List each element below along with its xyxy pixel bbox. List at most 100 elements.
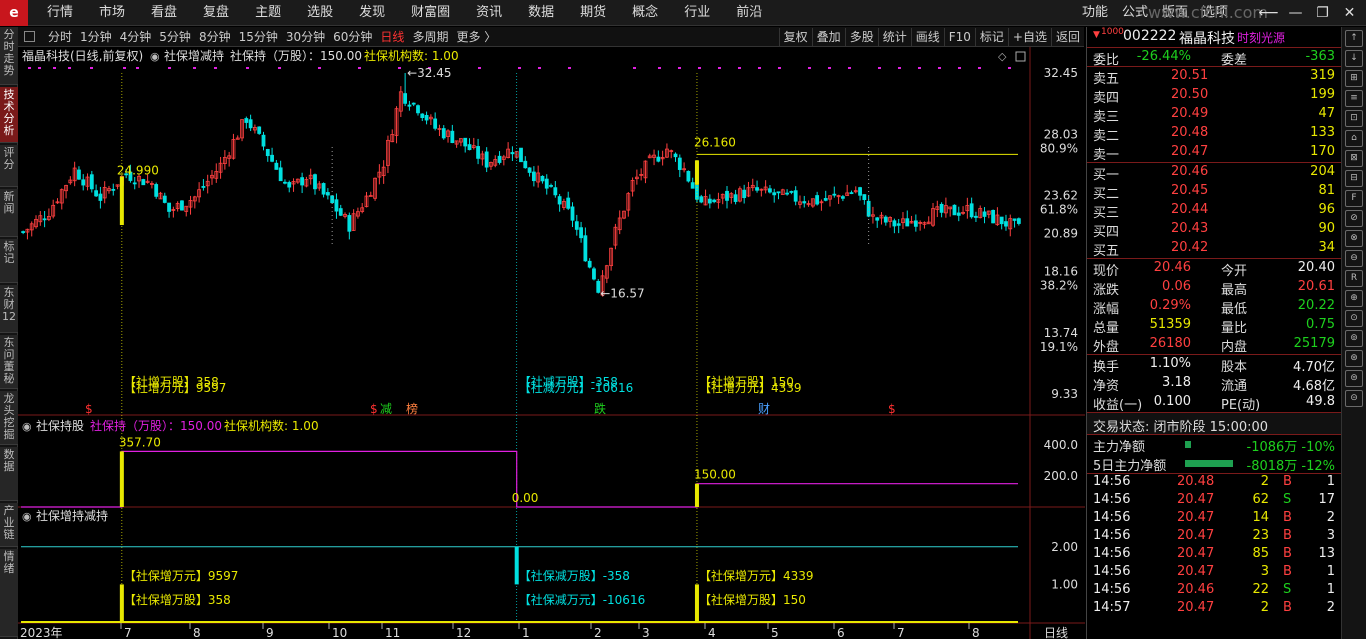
side-tool-icon[interactable]: ⊡ bbox=[1345, 110, 1363, 127]
side-tool-icon[interactable]: ⊜ bbox=[1345, 370, 1363, 387]
tool-button[interactable]: 标记 bbox=[974, 28, 1008, 46]
candle-body bbox=[785, 192, 789, 195]
signal-dot bbox=[718, 67, 721, 69]
menu-item[interactable]: 期货 bbox=[567, 0, 619, 26]
period-tab[interactable]: 30分钟 bbox=[282, 27, 329, 47]
period-tab[interactable]: 5分钟 bbox=[155, 27, 195, 47]
side-tool-icon[interactable]: ⊘ bbox=[1345, 210, 1363, 227]
side-tool-icon[interactable]: ⊟ bbox=[1345, 170, 1363, 187]
period-tab[interactable]: 15分钟 bbox=[235, 27, 282, 47]
stat-value: 26180 bbox=[1149, 336, 1191, 351]
app-logo-icon[interactable]: e bbox=[0, 0, 28, 26]
right-menu-item[interactable]: 功能 bbox=[1075, 0, 1115, 26]
menu-item[interactable]: 行情 bbox=[34, 0, 86, 26]
side-tool-icon[interactable]: ⊕ bbox=[1345, 290, 1363, 307]
y-tick-label: 28.03 bbox=[1044, 127, 1078, 141]
candle-body bbox=[583, 235, 588, 262]
menu-item[interactable]: 资讯 bbox=[463, 0, 515, 26]
tool-button[interactable]: 返回 bbox=[1050, 28, 1084, 46]
period-tab[interactable]: 60分钟 bbox=[329, 27, 376, 47]
menu-item[interactable]: 前沿 bbox=[723, 0, 775, 26]
period-tab[interactable]: 4分钟 bbox=[116, 27, 156, 47]
side-tool-icon[interactable]: ⊞ bbox=[1345, 70, 1363, 87]
panel-toggle-icon[interactable]: ◉ bbox=[22, 510, 32, 523]
expand-icon[interactable]: ◇ bbox=[998, 50, 1007, 63]
back-icon[interactable]: ⟵ bbox=[1255, 0, 1282, 26]
tick-price: 20.48 bbox=[1177, 474, 1215, 489]
menu-item[interactable]: 概念 bbox=[619, 0, 671, 26]
candle-body bbox=[433, 118, 438, 129]
menu-item[interactable]: 看盘 bbox=[138, 0, 190, 26]
event-marker-icon[interactable]: $ bbox=[85, 402, 93, 416]
menu-item[interactable]: 行业 bbox=[671, 0, 723, 26]
panel3-title: 社保增持减持 bbox=[36, 508, 108, 523]
stat-label: 最低 bbox=[1221, 302, 1248, 317]
quote-panel: ▼ 1000 002222 福晶科技 时刻光源 委比 -26.44% 委差 -3… bbox=[1086, 27, 1341, 639]
event-marker-icon[interactable]: 减 bbox=[380, 402, 392, 416]
tool-button[interactable]: 叠加 bbox=[811, 28, 845, 46]
side-tool-icon[interactable]: ⊛ bbox=[1345, 350, 1363, 367]
tool-button[interactable]: +自选 bbox=[1007, 28, 1051, 46]
left-nav-tab[interactable]: 数据 bbox=[0, 447, 18, 501]
side-tool-icon[interactable]: ↓ bbox=[1345, 50, 1363, 67]
left-nav-tab[interactable]: 评分 bbox=[0, 145, 18, 187]
side-tool-icon[interactable]: ↑ bbox=[1345, 30, 1363, 47]
left-nav-tab[interactable]: 分时走势 bbox=[0, 27, 18, 85]
tick-count: 1 bbox=[1326, 564, 1335, 579]
event-marker-icon[interactable]: 跌 bbox=[594, 401, 606, 416]
period-tab[interactable]: 更多 〉 bbox=[452, 27, 500, 47]
menu-item[interactable]: 选股 bbox=[294, 0, 346, 26]
period-tab[interactable]: 分时 bbox=[44, 27, 76, 47]
kline-chart[interactable]: 福晶科技(日线,前复权) ◉ 社保增减持 社保持（万股）：150.00 社保机构数: 1… bbox=[18, 47, 1085, 639]
restore-icon[interactable]: ❐ bbox=[1309, 0, 1336, 26]
side-tool-icon[interactable]: ⊖ bbox=[1345, 250, 1363, 267]
event-marker-icon[interactable]: 榜 bbox=[406, 401, 418, 416]
left-nav-tab[interactable]: 东财12 bbox=[0, 285, 18, 333]
menu-item[interactable]: 主题 bbox=[242, 0, 294, 26]
period-tab[interactable]: 8分钟 bbox=[195, 27, 235, 47]
indicator-toggle-icon[interactable]: ◉ bbox=[150, 50, 160, 63]
panel-toggle-icon[interactable] bbox=[24, 31, 35, 42]
side-tool-icon[interactable]: ⌂ bbox=[1345, 130, 1363, 147]
minimize-icon[interactable]: — bbox=[1282, 0, 1309, 26]
period-tab[interactable]: 多周期 bbox=[408, 27, 452, 47]
tool-button[interactable]: 复权 bbox=[778, 28, 812, 46]
menu-item[interactable]: 财富圈 bbox=[398, 0, 463, 26]
menu-item[interactable]: 数据 bbox=[515, 0, 567, 26]
menu-item[interactable]: 市场 bbox=[86, 0, 138, 26]
tool-button[interactable]: F10 bbox=[943, 28, 975, 46]
menu-item[interactable]: 发现 bbox=[346, 0, 398, 26]
side-tool-icon[interactable]: R bbox=[1345, 270, 1363, 287]
side-tool-icon[interactable]: ⊗ bbox=[1345, 230, 1363, 247]
left-nav-tab[interactable]: 新闻 bbox=[0, 189, 18, 237]
side-tool-icon[interactable]: F bbox=[1345, 190, 1363, 207]
close-icon[interactable]: ✕ bbox=[1336, 0, 1363, 26]
left-nav-tab[interactable]: 标记 bbox=[0, 239, 18, 283]
side-tool-icon[interactable]: ≡ bbox=[1345, 90, 1363, 107]
left-nav-tab[interactable]: 情绪 bbox=[0, 549, 18, 637]
candle-body bbox=[999, 216, 1004, 225]
tool-button[interactable]: 画线 bbox=[910, 28, 944, 46]
event-marker-icon[interactable]: $ bbox=[370, 402, 378, 416]
panel-toggle-icon[interactable]: ◉ bbox=[22, 420, 32, 433]
period-tab[interactable]: 1分钟 bbox=[76, 27, 116, 47]
side-tool-icon[interactable]: ⊠ bbox=[1345, 150, 1363, 167]
event-marker-icon[interactable]: 财 bbox=[758, 402, 770, 416]
maximize-icon[interactable] bbox=[1015, 51, 1026, 62]
side-tool-icon[interactable]: ⊝ bbox=[1345, 390, 1363, 407]
left-nav-tab[interactable]: 龙头挖掘 bbox=[0, 391, 18, 445]
period-tab[interactable]: 日线 bbox=[376, 27, 408, 47]
left-nav-tab[interactable]: 东问董秘 bbox=[0, 335, 18, 389]
side-tool-icon[interactable]: ⊚ bbox=[1345, 330, 1363, 347]
side-tool-icon[interactable]: ⊙ bbox=[1345, 310, 1363, 327]
event-marker-icon[interactable]: $ bbox=[888, 402, 896, 416]
signal-dot bbox=[518, 67, 521, 69]
menu-item[interactable]: 复盘 bbox=[190, 0, 242, 26]
tick-list[interactable]: 14:56 20.48 2 B 1 14:56 20.47 62 S 17 14:56 20.47 14… bbox=[1087, 473, 1341, 618]
tool-button[interactable]: 统计 bbox=[877, 28, 911, 46]
signal-dot bbox=[168, 67, 171, 69]
left-nav-tab[interactable]: 技术分析 bbox=[0, 87, 18, 143]
tool-button[interactable]: 多股 bbox=[844, 28, 878, 46]
y-tick-label: 2.00 bbox=[1051, 540, 1078, 554]
left-nav-tab[interactable]: 产业链 bbox=[0, 503, 18, 547]
